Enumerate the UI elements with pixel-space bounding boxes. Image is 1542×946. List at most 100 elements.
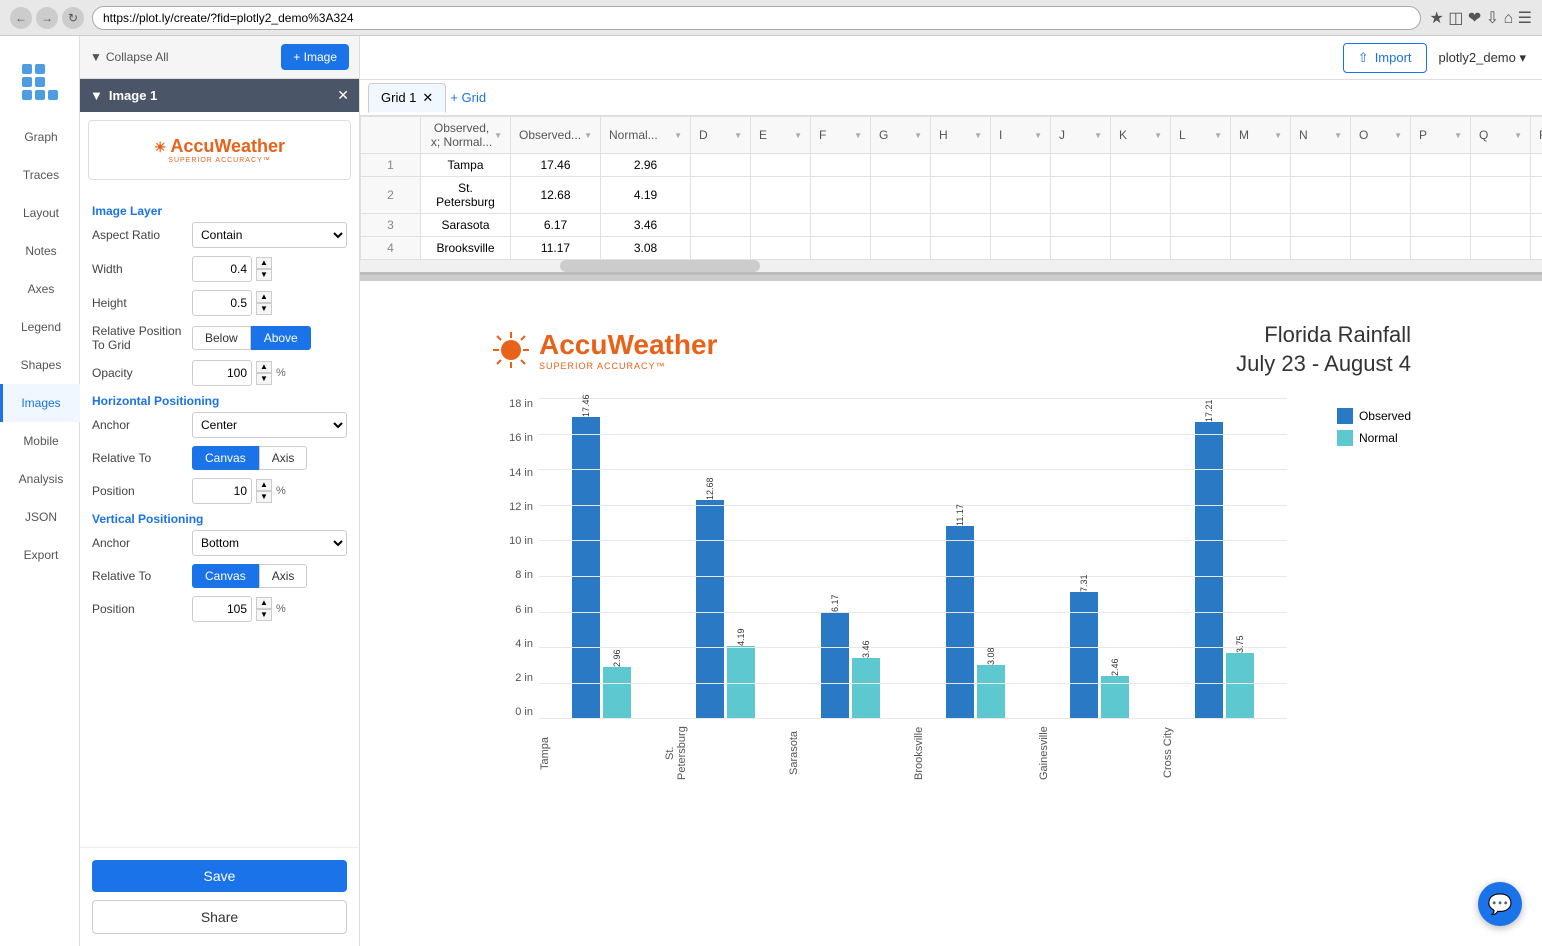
height-up-button[interactable]: ▲ bbox=[256, 291, 272, 303]
sidebar-item-axes[interactable]: Axes bbox=[0, 270, 80, 308]
height-input[interactable] bbox=[192, 290, 252, 316]
normal-cell[interactable]: 3.46 bbox=[601, 214, 691, 237]
table-row: 2 St. Petersburg 12.68 4.19 bbox=[361, 177, 1542, 214]
observed-cell[interactable]: 17.46 bbox=[511, 154, 601, 177]
city-cell[interactable]: Brooksville bbox=[421, 237, 511, 260]
grid-tabs: Grid 1 ✕ + Grid bbox=[360, 80, 1542, 116]
v-axis-button[interactable]: Axis bbox=[259, 564, 308, 588]
share-button[interactable]: Share bbox=[92, 900, 347, 934]
add-image-button[interactable]: + Image bbox=[281, 44, 349, 70]
row-num: 3 bbox=[361, 214, 421, 237]
refresh-button[interactable]: ↻ bbox=[62, 7, 84, 29]
url-bar[interactable] bbox=[92, 6, 1421, 30]
col-d-header[interactable]: D▼ bbox=[691, 117, 751, 154]
width-up-button[interactable]: ▲ bbox=[256, 257, 272, 269]
chart-body: 18 in 16 in 14 in 12 in 10 in 8 in 6 in … bbox=[491, 398, 1411, 788]
col-k-header[interactable]: K▼ bbox=[1111, 117, 1171, 154]
h-pos-down-button[interactable]: ▼ bbox=[256, 491, 272, 503]
h-axis-button[interactable]: Axis bbox=[259, 446, 308, 470]
add-grid-button[interactable]: + Grid bbox=[450, 90, 486, 105]
sidebar-item-json[interactable]: JSON bbox=[0, 498, 80, 536]
normal-cell[interactable]: 3.08 bbox=[601, 237, 691, 260]
col-m-header[interactable]: M▼ bbox=[1231, 117, 1291, 154]
opacity-row: Opacity ▲ ▼ % bbox=[92, 360, 347, 386]
col-e-header[interactable]: E▼ bbox=[751, 117, 811, 154]
browser-icons: ★ ◫ ❤ ⇩ ⌂ ☰ bbox=[1429, 8, 1532, 28]
col-j-header[interactable]: J▼ bbox=[1051, 117, 1111, 154]
sidebar-item-layout[interactable]: Layout bbox=[0, 194, 80, 232]
col-b-header[interactable]: Observed...▼ bbox=[511, 117, 601, 154]
v-pos-up-button[interactable]: ▲ bbox=[256, 597, 272, 609]
grid-tab-1[interactable]: Grid 1 ✕ bbox=[368, 83, 446, 113]
height-row: Height ▲ ▼ bbox=[92, 290, 347, 316]
chart-container: AccuWeather SUPERIOR ACCURACY™ Florida R… bbox=[471, 301, 1431, 808]
above-button[interactable]: Above bbox=[251, 326, 311, 350]
save-button[interactable]: Save bbox=[92, 860, 347, 892]
v-anchor-select[interactable]: Bottom Top Middle bbox=[192, 530, 347, 556]
opacity-input[interactable] bbox=[192, 360, 252, 386]
sidebar-item-graph[interactable]: Graph bbox=[0, 118, 80, 156]
chat-bubble[interactable]: 💬 bbox=[1478, 882, 1522, 926]
close-image-button[interactable]: ✕ bbox=[337, 87, 349, 104]
observed-cell[interactable]: 12.68 bbox=[511, 177, 601, 214]
user-menu[interactable]: plotly2_demo ▾ bbox=[1439, 50, 1526, 66]
grid-line bbox=[539, 505, 1287, 506]
sidebar-item-traces[interactable]: Traces bbox=[0, 156, 80, 194]
col-p-header[interactable]: P▼ bbox=[1411, 117, 1471, 154]
observed-cell[interactable]: 11.17 bbox=[511, 237, 601, 260]
col-g-header[interactable]: G▼ bbox=[871, 117, 931, 154]
horizontal-scrollbar[interactable] bbox=[360, 260, 1542, 272]
sidebar-item-legend[interactable]: Legend bbox=[0, 308, 80, 346]
col-a-header[interactable]: Observed, x; Normal...▼ bbox=[421, 117, 511, 154]
city-cell[interactable]: St. Petersburg bbox=[421, 177, 511, 214]
forward-button[interactable]: → bbox=[36, 7, 58, 29]
normal-cell[interactable]: 2.96 bbox=[601, 154, 691, 177]
chevron-down-icon: ▼ bbox=[90, 88, 103, 103]
col-f-header[interactable]: F▼ bbox=[811, 117, 871, 154]
relative-pos-row: Relative Position To Grid Below Above bbox=[92, 324, 347, 352]
h-pos-up-button[interactable]: ▲ bbox=[256, 479, 272, 491]
v-pos-down-button[interactable]: ▼ bbox=[256, 609, 272, 621]
aspect-ratio-select[interactable]: Contain Fill Stretch bbox=[192, 222, 347, 248]
col-n-header[interactable]: N▼ bbox=[1291, 117, 1351, 154]
col-r-header[interactable]: R▼ bbox=[1531, 117, 1542, 154]
sidebar-item-export[interactable]: Export bbox=[0, 536, 80, 574]
col-i-header[interactable]: I▼ bbox=[991, 117, 1051, 154]
browser-nav[interactable]: ← → ↻ bbox=[10, 7, 84, 29]
v-positioning-label: Vertical Positioning bbox=[92, 512, 347, 526]
width-down-button[interactable]: ▼ bbox=[256, 269, 272, 281]
h-position-input[interactable] bbox=[192, 478, 252, 504]
h-canvas-button[interactable]: Canvas bbox=[192, 446, 259, 470]
x-labels: TampaSt. PetersburgSarasotaBrooksvilleGa… bbox=[491, 718, 1287, 788]
h-anchor-select[interactable]: Center Left Right bbox=[192, 412, 347, 438]
width-input[interactable] bbox=[192, 256, 252, 282]
col-q-header[interactable]: Q▼ bbox=[1471, 117, 1531, 154]
collapse-all-button[interactable]: ▼ Collapse All bbox=[90, 50, 169, 64]
opacity-up-button[interactable]: ▲ bbox=[256, 361, 272, 373]
v-anchor-row: Anchor Bottom Top Middle bbox=[92, 530, 347, 556]
city-cell[interactable]: Sarasota bbox=[421, 214, 511, 237]
col-c-header[interactable]: Normal...▼ bbox=[601, 117, 691, 154]
height-down-button[interactable]: ▼ bbox=[256, 303, 272, 315]
opacity-down-button[interactable]: ▼ bbox=[256, 373, 272, 385]
observed-cell[interactable]: 6.17 bbox=[511, 214, 601, 237]
col-h-header[interactable]: H▼ bbox=[931, 117, 991, 154]
legend-observed: Observed bbox=[1337, 408, 1411, 424]
sidebar-item-images[interactable]: Images bbox=[0, 384, 80, 422]
import-button[interactable]: ⇧ Import bbox=[1343, 43, 1427, 73]
city-cell[interactable]: Tampa bbox=[421, 154, 511, 177]
below-button[interactable]: Below bbox=[192, 326, 251, 350]
sidebar-item-notes[interactable]: Notes bbox=[0, 232, 80, 270]
col-l-header[interactable]: L▼ bbox=[1171, 117, 1231, 154]
icon-sidebar: Graph Traces Layout Notes Axes Legend Sh… bbox=[0, 36, 80, 946]
sidebar-item-mobile[interactable]: Mobile bbox=[0, 422, 80, 460]
v-position-input[interactable] bbox=[192, 596, 252, 622]
normal-cell[interactable]: 4.19 bbox=[601, 177, 691, 214]
col-o-header[interactable]: O▼ bbox=[1351, 117, 1411, 154]
close-tab-icon[interactable]: ✕ bbox=[422, 90, 433, 106]
v-canvas-button[interactable]: Canvas bbox=[192, 564, 259, 588]
h-position-row: Position ▲ ▼ % bbox=[92, 478, 347, 504]
back-button[interactable]: ← bbox=[10, 7, 32, 29]
sidebar-item-analysis[interactable]: Analysis bbox=[0, 460, 80, 498]
sidebar-item-shapes[interactable]: Shapes bbox=[0, 346, 80, 384]
